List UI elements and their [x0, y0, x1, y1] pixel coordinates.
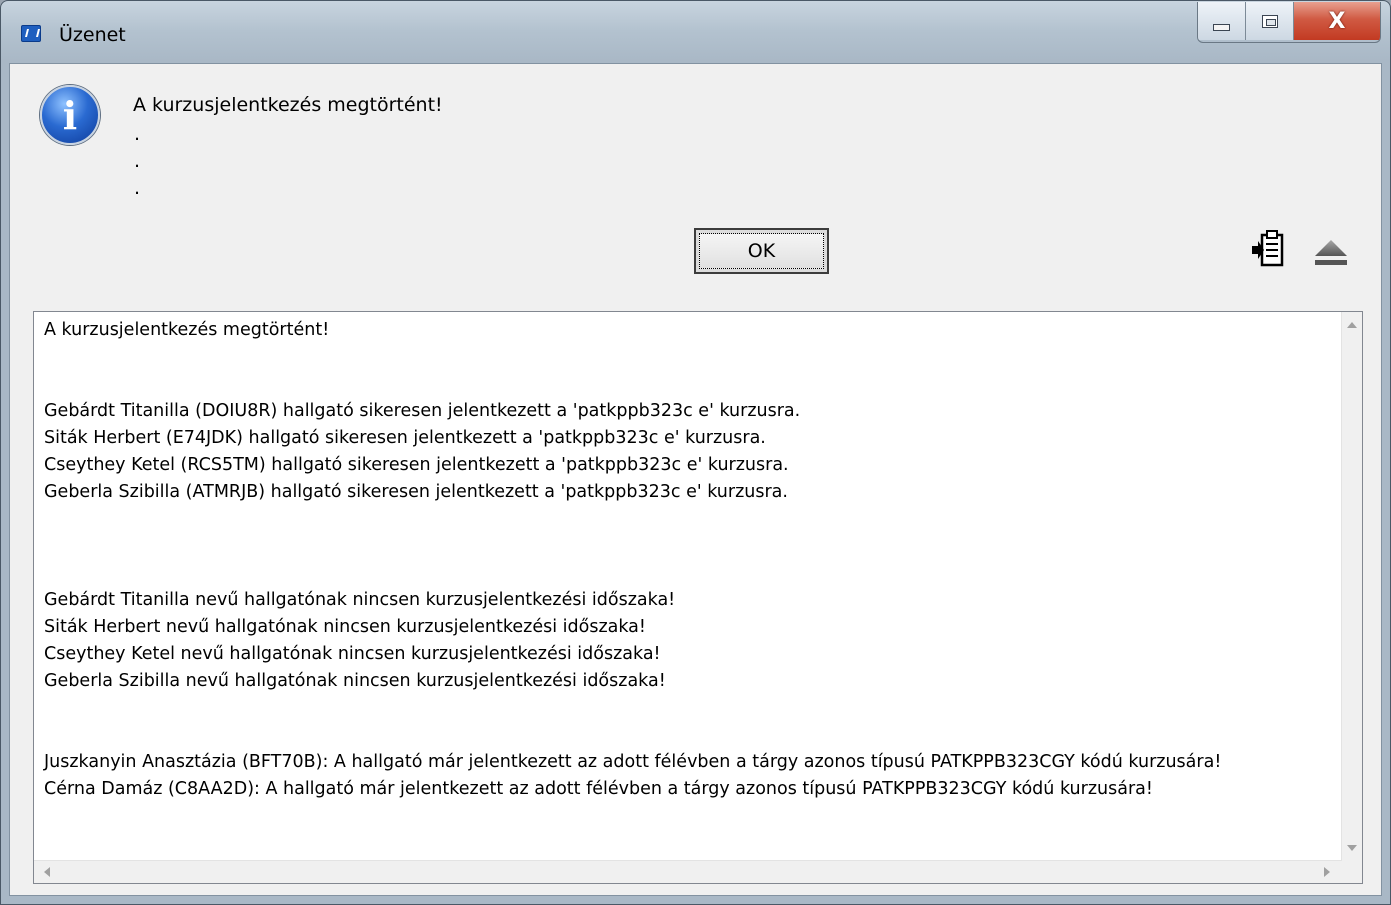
- minimize-icon: [1213, 23, 1230, 31]
- message-dot: .: [134, 150, 141, 172]
- scroll-left-icon[interactable]: [44, 867, 50, 877]
- scrollbar-corner: [1341, 861, 1362, 883]
- vertical-scrollbar[interactable]: [1341, 312, 1362, 861]
- neptun-app-icon: [21, 25, 41, 42]
- details-line: Cseythey Ketel nevű hallgatónak nincsen …: [44, 644, 661, 664]
- details-line: [44, 695, 1334, 722]
- title-bar[interactable]: Üzenet X: [1, 1, 1390, 63]
- message-dot: .: [134, 123, 141, 145]
- collapse-details-icon[interactable]: [1312, 239, 1350, 267]
- details-line: Geberla Szibilla (ATMRJB) hallgató siker…: [44, 482, 788, 502]
- details-text-area[interactable]: A kurzusjelentkezés megtörtént! Gebárdt T…: [33, 311, 1363, 884]
- details-line: Cérna Damáz (C8AA2D): A hallgató már jel…: [44, 779, 1153, 799]
- caption-buttons: X: [1197, 2, 1381, 43]
- scroll-down-icon[interactable]: [1347, 845, 1357, 851]
- ok-button[interactable]: OK: [694, 228, 829, 274]
- details-line: A kurzusjelentkezés megtörtént!: [44, 320, 330, 340]
- scroll-up-icon[interactable]: [1347, 322, 1357, 328]
- details-line: [44, 533, 1334, 560]
- details-line: Gebárdt Titanilla nevű hallgatónak nincs…: [44, 590, 676, 610]
- maximize-button[interactable]: [1246, 2, 1294, 40]
- details-line: Geberla Szibilla nevű hallgatónak nincse…: [44, 671, 666, 691]
- maximize-icon: [1261, 14, 1278, 28]
- details-text: A kurzusjelentkezés megtörtént! Gebárdt T…: [44, 317, 1334, 803]
- ok-button-label: OK: [699, 233, 824, 269]
- info-icon: i: [40, 85, 100, 145]
- details-line: Siták Herbert nevű hallgatónak nincsen k…: [44, 617, 646, 637]
- details-line: Siták Herbert (E74JDK) hallgató sikerese…: [44, 428, 766, 448]
- details-line: [44, 560, 1334, 587]
- message-dialog: Üzenet X i A kurzusjelentkezés megtörtén…: [0, 0, 1391, 905]
- scroll-right-icon[interactable]: [1324, 867, 1330, 877]
- details-line: [44, 371, 1334, 398]
- details-line: Juszkanyin Anasztázia (BFT70B): A hallga…: [44, 752, 1222, 772]
- dialog-client-area: i A kurzusjelentkezés megtörtént! . . . …: [9, 63, 1382, 896]
- minimize-button[interactable]: [1198, 2, 1246, 40]
- window-title: Üzenet: [59, 24, 126, 46]
- copy-to-clipboard-icon[interactable]: [1250, 229, 1288, 271]
- message-dot: .: [134, 177, 141, 199]
- details-line: Gebárdt Titanilla (DOIU8R) hallgató sike…: [44, 401, 801, 421]
- details-line: [44, 722, 1334, 749]
- close-icon: X: [1328, 8, 1346, 34]
- details-line: [44, 344, 1334, 371]
- details-line: Cseythey Ketel (RCS5TM) hallgató sikeres…: [44, 455, 789, 475]
- message-text: A kurzusjelentkezés megtörtént!: [133, 94, 443, 116]
- close-button[interactable]: X: [1294, 2, 1380, 40]
- details-line: [44, 506, 1334, 533]
- horizontal-scrollbar[interactable]: [34, 860, 1342, 883]
